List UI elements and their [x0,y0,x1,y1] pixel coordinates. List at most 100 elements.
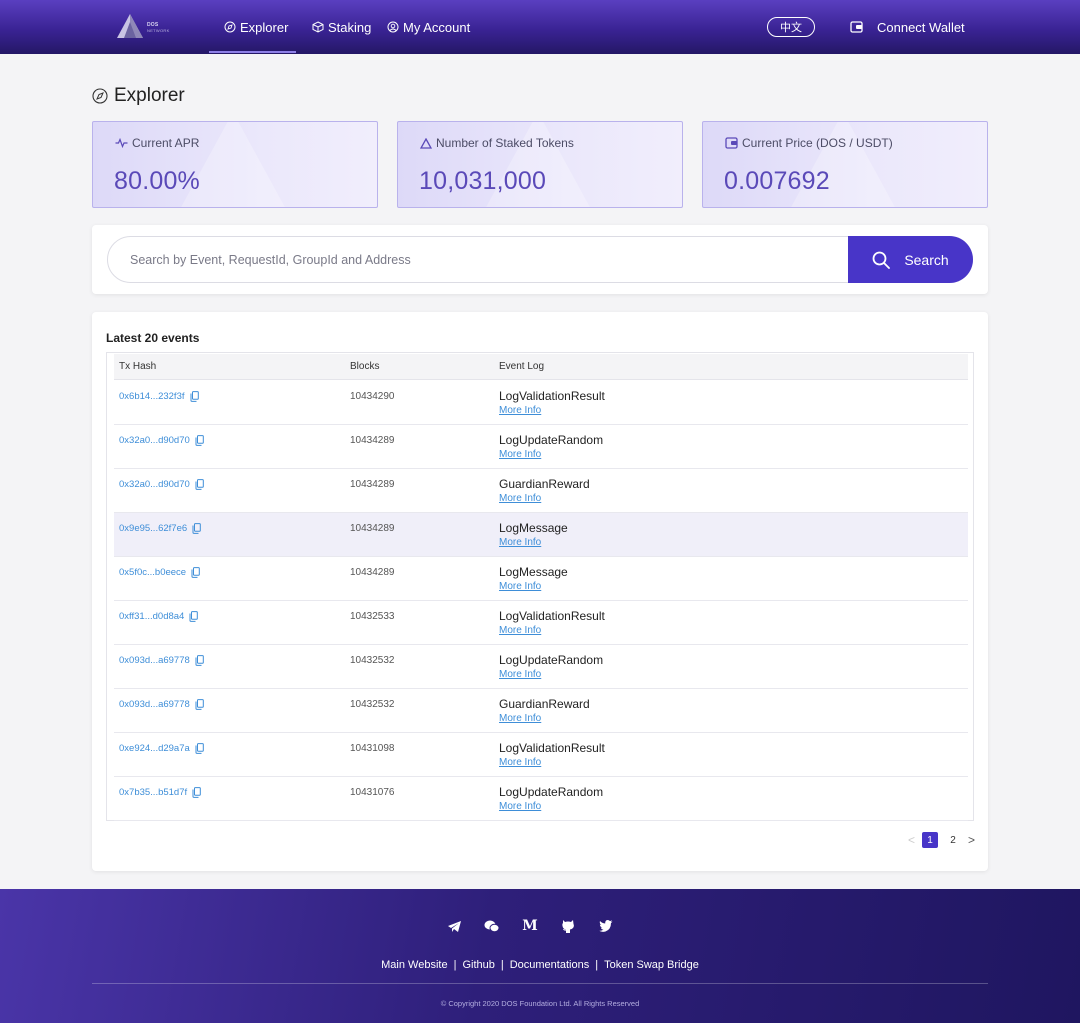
search-button[interactable]: Search [848,236,973,283]
telegram-icon[interactable] [446,918,462,934]
social-links: M [446,917,614,935]
search-input[interactable] [107,236,973,283]
table-row: 0x093d...a69778 10432532 GuardianReward Mor… [114,689,968,733]
event-log-name: LogUpdateRandom [499,785,604,799]
user-icon [387,21,399,33]
events-table: Tx Hash Blocks Event Log 0x6b14...232f3f… [106,352,974,821]
more-info-link[interactable]: More Info [499,669,541,680]
footer-link-github[interactable]: Github [462,959,494,971]
connect-wallet-button[interactable]: Connect Wallet [850,18,965,36]
stat-label-text: Number of Staked Tokens [436,136,574,150]
tx-hash-text: 0x9e95...62f7e6 [119,523,188,534]
table-row: 0x7b35...b51d7f 10431076 LogUpdateRandom Mo… [114,777,968,821]
more-info-link[interactable]: More Info [499,493,541,504]
tx-hash-text: 0xff31...d0d8a4 [119,611,185,622]
copy-icon[interactable] [195,699,204,710]
stat-label-text: Current APR [132,136,200,150]
footer-separator: | [500,959,504,971]
copy-icon[interactable] [195,479,204,490]
block-number: 10432532 [350,655,395,666]
copy-icon[interactable] [195,743,204,754]
footer-link-main-website[interactable]: Main Website [381,959,447,971]
table-row: 0x32a0...d90d70 10434289 LogUpdateRandom Mo… [114,425,968,469]
more-info-link[interactable]: More Info [499,757,541,768]
twitter-icon[interactable] [598,918,614,934]
tx-hash-link[interactable]: 0x093d...a69778 [119,699,204,710]
more-info-link[interactable]: More Info [499,449,541,460]
tx-hash-link[interactable]: 0x5f0c...b0eece [119,567,200,578]
search-panel: Search [92,225,988,294]
block-number: 10434289 [350,523,395,534]
copy-icon[interactable] [191,567,200,578]
tx-hash-link[interactable]: 0x6b14...232f3f [119,391,199,402]
stat-label-text: Current Price (DOS / USDT) [742,136,893,150]
copy-icon[interactable] [192,523,201,534]
search-button-label: Search [904,251,949,268]
dos-network-logo[interactable]: DOS NETWORK [116,13,178,41]
nav-my-account-label: My Account [403,19,471,35]
nav-my-account[interactable]: My Account [387,18,470,36]
footer-link-documentations[interactable]: Documentations [510,959,590,971]
more-info-link[interactable]: More Info [499,537,541,548]
nav-staking-label: Staking [328,19,372,35]
block-number: 10431098 [350,743,395,754]
page-title-text: Explorer [114,85,185,106]
block-number: 10434289 [350,435,395,446]
stat-card-price: Current Price (DOS / USDT) 0.007692 [702,121,988,208]
event-log-name: LogUpdateRandom [499,433,604,447]
search-icon [872,251,891,269]
block-number: 10431076 [350,787,395,798]
stat-label: Current APR [115,136,199,150]
pagination-page-2[interactable]: 2 [945,832,961,848]
more-info-link[interactable]: More Info [499,581,541,592]
copy-icon[interactable] [195,435,204,446]
language-toggle-button[interactable]: 中文 [767,17,815,37]
tx-hash-link[interactable]: 0x9e95...62f7e6 [119,523,201,534]
column-header-event-log: Event Log [499,361,545,372]
pagination: < 1 2 > [908,832,975,848]
active-tab-indicator [209,51,296,53]
footer-links: Main Website | Github | Documentations | Token… [0,959,1080,971]
compass-icon [224,21,236,33]
tx-hash-link[interactable]: 0x32a0...d90d70 [119,435,204,446]
more-info-link[interactable]: More Info [499,713,541,724]
table-row: 0x5f0c...b0eece 10434289 LogMessage More In… [114,557,968,601]
more-info-link[interactable]: More Info [499,625,541,636]
more-info-link[interactable]: More Info [499,405,541,416]
tx-hash-link[interactable]: 0x32a0...d90d70 [119,479,204,490]
table-row: 0x9e95...62f7e6 10434289 LogMessage More In… [114,513,968,557]
wechat-icon[interactable] [484,918,500,934]
github-icon[interactable] [560,918,576,934]
tx-hash-text: 0x093d...a69778 [119,655,190,666]
column-header-blocks: Blocks [350,361,380,372]
nav-staking[interactable]: Staking [312,18,371,36]
stat-value: 10,031,000 [419,167,547,195]
pagination-next-button[interactable]: > [968,833,975,847]
page-title: Explorer [92,85,185,107]
connect-wallet-label: Connect Wallet [877,19,965,35]
pagination-page-1[interactable]: 1 [922,832,939,848]
nav-explorer[interactable]: Explorer [224,18,288,36]
table-header: Tx Hash Blocks Event Log [114,354,968,380]
copy-icon[interactable] [192,787,201,798]
copy-icon[interactable] [189,611,199,622]
table-row: 0xff31...d0d8a4 10432533 LogValidationResu… [114,601,968,645]
nav-explorer-label: Explorer [240,19,289,35]
copy-icon[interactable] [195,655,204,666]
medium-icon[interactable]: M [522,918,538,934]
stat-card-staked-tokens: Number of Staked Tokens 10,031,000 [397,121,683,208]
tx-hash-link[interactable]: 0x7b35...b51d7f [119,787,201,798]
tx-hash-text: 0x6b14...232f3f [119,391,185,402]
stat-label: Number of Staked Tokens [420,136,574,150]
tx-hash-link[interactable]: 0xff31...d0d8a4 [119,611,199,622]
tx-hash-text: 0xe924...d29a7a [119,743,190,754]
tx-hash-link[interactable]: 0xe924...d29a7a [119,743,204,754]
tx-hash-text: 0x5f0c...b0eece [119,567,187,578]
pagination-prev-button[interactable]: < [908,833,915,847]
wallet-icon [850,21,863,33]
tx-hash-link[interactable]: 0x093d...a69778 [119,655,204,666]
more-info-link[interactable]: More Info [499,801,541,812]
stat-value: 0.007692 [724,167,830,195]
footer-link-token-swap-bridge[interactable]: Token Swap Bridge [604,959,699,971]
copy-icon[interactable] [190,391,199,402]
